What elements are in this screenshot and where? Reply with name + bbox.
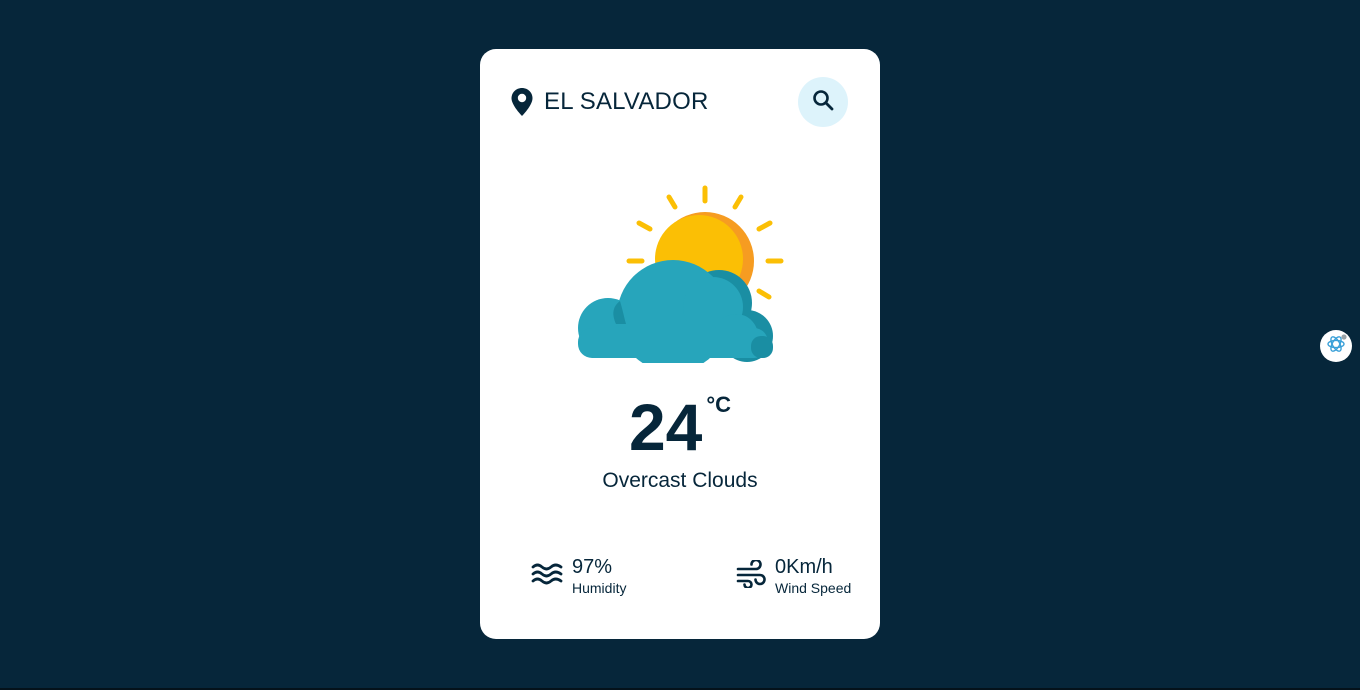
humidity-value: 97%: [572, 556, 613, 578]
wind-stat: 0Km/h Wind Speed: [735, 556, 851, 597]
sun-behind-cloud-icon: [576, 183, 786, 372]
weather-condition: Overcast Clouds: [602, 469, 758, 492]
location-name: EL SALVADOR: [544, 88, 709, 115]
temperature-unit: °C: [706, 392, 732, 417]
wind-icon: [735, 558, 767, 593]
page-background: EL SALVADOR 24 °C Overcast Clouds 97% Hu…: [0, 0, 1360, 690]
humidity-label: Humidity: [572, 580, 627, 596]
temperature-display: 24 °C: [480, 390, 880, 464]
humidity-stat: 97% Humidity: [530, 556, 626, 597]
weather-card: EL SALVADOR 24 °C Overcast Clouds 97% Hu…: [480, 49, 880, 639]
map-pin-icon: [510, 87, 534, 117]
search-button[interactable]: [798, 77, 848, 127]
wind-speed-label: Wind Speed: [775, 580, 852, 596]
assistant-button[interactable]: [1320, 330, 1352, 362]
wind-speed-value: 0Km/h: [775, 556, 833, 578]
location-header: EL SALVADOR: [510, 87, 708, 117]
search-icon: [811, 88, 835, 117]
humidity-waves-icon: [530, 561, 564, 592]
temperature-value: 24: [628, 390, 703, 464]
assistant-icon: [1325, 333, 1347, 360]
